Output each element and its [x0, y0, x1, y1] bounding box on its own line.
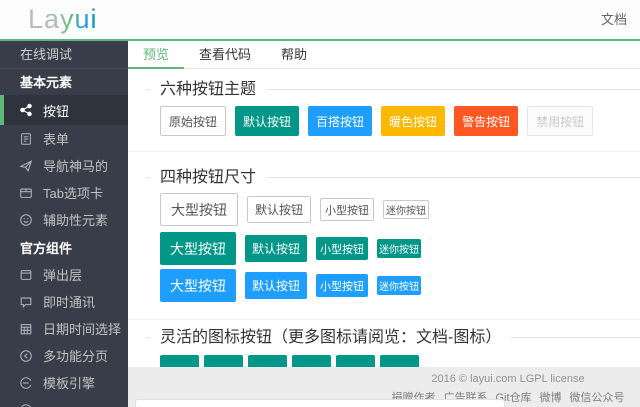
footer-link-wechat[interactable]: 微信公众号 — [570, 392, 625, 404]
sidebar-item-label: 表单 — [43, 132, 70, 147]
sidebar-item-nav[interactable]: 导航神马的 — [0, 152, 128, 179]
theme-buttons-row: 原始按钮 默认按钮 百搭按钮 暖色按钮 警告按钮 禁用按钮 — [145, 106, 640, 136]
main-panel: 预览 查看代码 帮助 六种按钮主题 原始按钮 默认按钮 百搭按钮 暖色按钮 警告… — [128, 41, 640, 367]
sidebar-item-label: 多功能分页 — [43, 349, 109, 364]
sidebar-item-tab[interactable]: Tab选项卡 — [0, 179, 128, 206]
large-button[interactable]: 大型按钮 — [160, 193, 238, 226]
sidebar-item-partial[interactable] — [0, 396, 128, 407]
sidebar-item-layer[interactable]: 弹出层 — [0, 261, 128, 288]
mini-button[interactable]: 迷你按钮 — [377, 239, 422, 258]
sidebar-item-label: 弹出层 — [43, 268, 83, 283]
sidebar-item-label: 即时通讯 — [43, 295, 96, 310]
size-row-primitive: 大型按钮 默认按钮 小型按钮 迷你按钮 — [145, 193, 640, 226]
small-button[interactable]: 小型按钮 — [316, 237, 369, 260]
icon-button[interactable] — [160, 355, 199, 367]
large-button[interactable]: 大型按钮 — [160, 232, 236, 265]
icon-button[interactable] — [336, 355, 375, 367]
default-size-button[interactable]: 默认按钮 — [247, 196, 312, 223]
sidebar-item-form[interactable]: 表单 — [0, 125, 128, 152]
section-divider — [128, 319, 640, 320]
footer: 2016 © layui.com LGPL license 捐赠作者 广告联系 Gi… — [128, 367, 640, 407]
sidebar-item-template-engine[interactable]: 模板引擎 — [0, 369, 128, 396]
icon-button[interactable] — [204, 355, 243, 367]
sidebar-item-datetime[interactable]: 日期时间选择 — [0, 315, 128, 342]
tab-icon — [19, 186, 33, 200]
icon-buttons-row — [145, 355, 640, 367]
send-icon — [19, 159, 33, 173]
share-icon — [19, 103, 33, 117]
form-icon — [19, 132, 33, 146]
sidebar-item-auxiliary[interactable]: 辅助性元素 — [0, 206, 128, 233]
layui-logo: Layui — [28, 4, 98, 34]
calendar-icon — [19, 322, 33, 336]
sidebar-section-official-components: 官方组件 — [20, 241, 73, 256]
sidebar-item-im[interactable]: 即时通讯 — [0, 288, 128, 315]
circle-icon — [19, 403, 33, 407]
icon-button[interactable] — [248, 355, 287, 367]
small-button[interactable]: 小型按钮 — [316, 274, 369, 297]
tab-view-code[interactable]: 查看代码 — [184, 41, 266, 68]
sidebar-item-label: 日期时间选择 — [43, 322, 122, 337]
mini-button[interactable]: 迷你按钮 — [383, 200, 430, 219]
default-button[interactable]: 默认按钮 — [235, 106, 300, 136]
engine-icon — [19, 376, 33, 390]
section-divider — [128, 151, 640, 152]
sidebar-section-basic-elements: 基本元素 — [20, 75, 73, 90]
sidebar-item-label: 辅助性元素 — [43, 213, 109, 228]
default-size-button[interactable]: 默认按钮 — [245, 272, 308, 299]
copyright-text: 2016 © layui.com LGPL license — [431, 373, 585, 385]
sidebar-item-label: Tab选项卡 — [43, 186, 103, 201]
tab-help[interactable]: 帮助 — [266, 41, 322, 68]
section-title-icon-buttons: 灵活的图标按钮（更多图标请阅览：文档-图标） — [150, 328, 512, 348]
tab-preview[interactable]: 预览 — [128, 41, 185, 69]
pagination-icon — [19, 349, 33, 363]
section-title-themes: 六种按钮主题 — [150, 80, 267, 100]
mini-button[interactable]: 迷你按钮 — [377, 276, 422, 295]
section-title-sizes: 四种按钮尺寸 — [150, 168, 267, 188]
window-icon — [19, 268, 33, 282]
size-row-blue: 大型按钮 默认按钮 小型按钮 迷你按钮 — [145, 269, 640, 302]
disabled-button: 禁用按钮 — [527, 106, 594, 136]
partial-panel — [135, 399, 505, 407]
size-row-green: 大型按钮 默认按钮 小型按钮 迷你按钮 — [145, 232, 640, 265]
footer-link-weibo[interactable]: 微博 — [540, 392, 562, 404]
doc-link[interactable]: 文档 — [601, 0, 627, 39]
small-button[interactable]: 小型按钮 — [320, 198, 375, 221]
sidebar-item-label: 导航神马的 — [43, 159, 109, 174]
app-header: Layui 文档 — [0, 0, 640, 41]
sidebar-item-pagination[interactable]: 多功能分页 — [0, 342, 128, 369]
sidebar-item-online-debug[interactable]: 在线调试 — [0, 41, 128, 69]
versatile-button[interactable]: 百搭按钮 — [308, 106, 373, 136]
large-button[interactable]: 大型按钮 — [160, 269, 236, 302]
default-size-button[interactable]: 默认按钮 — [245, 235, 308, 262]
danger-button[interactable]: 警告按钮 — [454, 106, 519, 136]
icon-button[interactable] — [292, 355, 331, 367]
chat-icon — [19, 295, 33, 309]
smile-icon — [19, 213, 33, 227]
primitive-button[interactable]: 原始按钮 — [160, 106, 227, 136]
sidebar-item-label: 按钮 — [43, 103, 70, 119]
tab-bar: 预览 查看代码 帮助 — [128, 41, 640, 69]
sidebar-item-label: 模板引擎 — [43, 376, 96, 391]
icon-button[interactable] — [380, 355, 419, 367]
warm-button[interactable]: 暖色按钮 — [381, 106, 446, 136]
sidebar: 在线调试 基本元素 按钮 表单 导航神马的 Tab选项卡 辅助性元素 官方组件 … — [0, 41, 128, 407]
sidebar-item-button[interactable]: 按钮 — [0, 95, 128, 125]
preview-content: 六种按钮主题 原始按钮 默认按钮 百搭按钮 暖色按钮 警告按钮 禁用按钮 四种按… — [128, 80, 640, 367]
